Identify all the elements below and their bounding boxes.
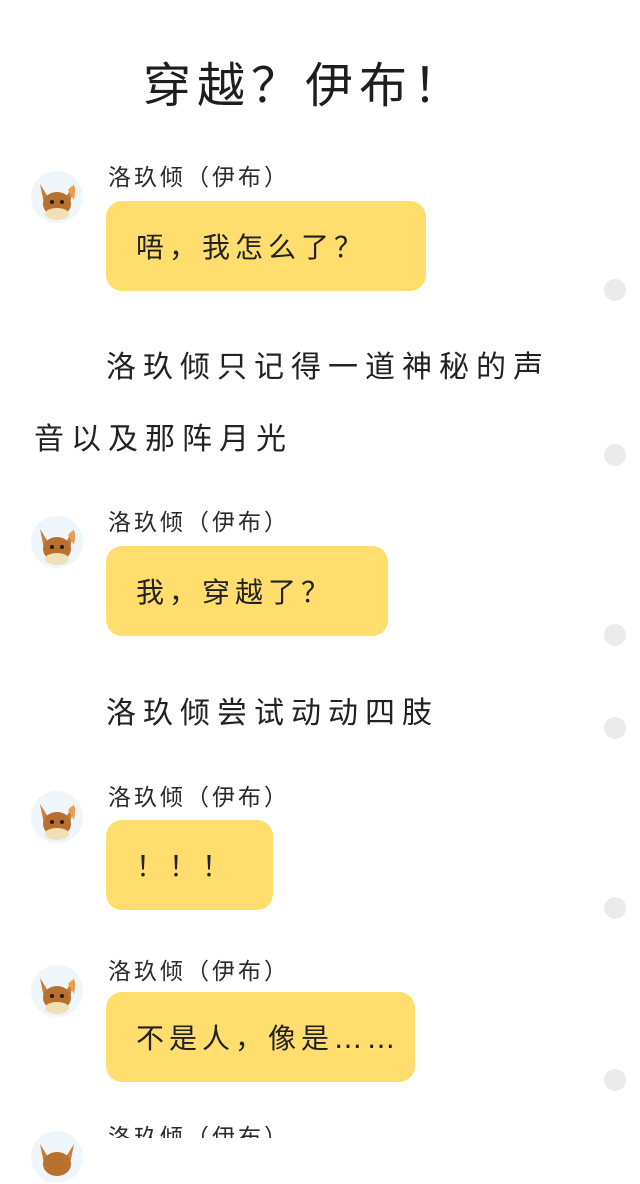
narration-text: 音以及那阵月光	[34, 422, 293, 457]
message-bubble[interactable]: ！！！	[106, 820, 273, 910]
eevee-avatar-icon	[31, 171, 83, 223]
comment-dot-icon[interactable]	[604, 624, 626, 646]
eevee-avatar-icon	[31, 1131, 83, 1183]
comment-dot-icon[interactable]	[604, 1069, 626, 1091]
narration-text: 洛玖倾只记得一道神秘的声	[106, 350, 550, 385]
eevee-avatar-icon	[31, 791, 83, 843]
sender-name: 洛玖倾（伊布）	[108, 959, 290, 985]
sender-name: 洛玖倾（伊布）	[108, 785, 290, 811]
message-bubble[interactable]: 唔，我怎么了？	[106, 201, 426, 291]
comment-dot-icon[interactable]	[604, 279, 626, 301]
sender-name: 洛玖倾（伊布）	[108, 1125, 290, 1138]
sender-name: 洛玖倾（伊布）	[108, 510, 290, 536]
story-title: 穿越？伊布！	[142, 58, 467, 114]
comment-dot-icon[interactable]	[604, 717, 626, 739]
comment-dot-icon[interactable]	[604, 444, 626, 466]
eevee-avatar-icon	[31, 516, 83, 568]
sender-name: 洛玖倾（伊布）	[108, 165, 290, 191]
message-bubble[interactable]: 我，穿越了？	[106, 546, 388, 636]
eevee-avatar-icon	[31, 965, 83, 1017]
message-bubble[interactable]: 不是人，像是……	[106, 992, 415, 1082]
comment-dot-icon[interactable]	[604, 897, 626, 919]
narration-text: 洛玖倾尝试动动四肢	[106, 696, 439, 731]
